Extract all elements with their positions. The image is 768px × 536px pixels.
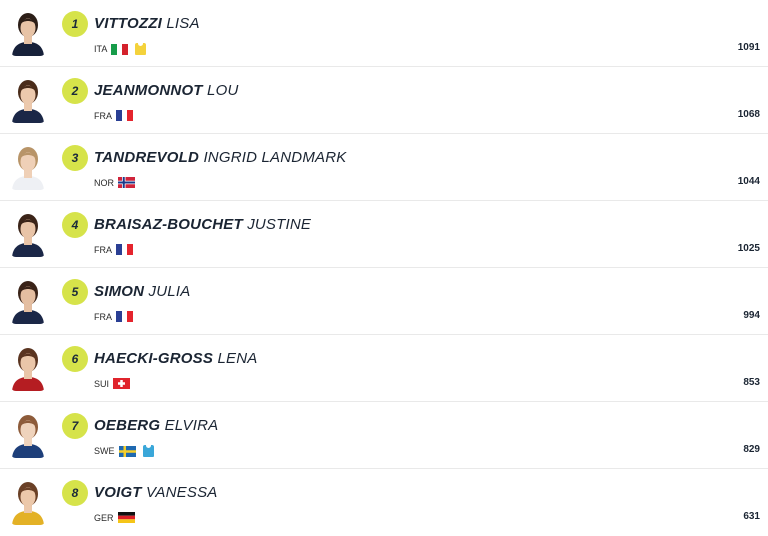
athlete-points: 1044 bbox=[737, 176, 760, 187]
athlete-name[interactable]: HAECKI-GROSS LENA bbox=[94, 350, 257, 367]
nation-code: SUI bbox=[94, 378, 110, 389]
athlete-row[interactable]: 7 OEBERG ELVIRA SWE 829 bbox=[0, 402, 768, 469]
athlete-first-name: LISA bbox=[166, 15, 200, 32]
athlete-nation: FRA bbox=[94, 110, 133, 121]
nation-code: FRA bbox=[94, 244, 112, 255]
athlete-first-name: LENA bbox=[217, 350, 258, 367]
rank-badge: 6 bbox=[62, 346, 88, 372]
athlete-row[interactable]: 8 VOIGT VANESSA GER 631 bbox=[0, 469, 768, 536]
athlete-nation: ITA bbox=[94, 43, 147, 55]
athlete-name[interactable]: SIMON JULIA bbox=[94, 283, 190, 300]
athlete-points: 829 bbox=[743, 444, 760, 455]
athlete-photo bbox=[10, 412, 46, 458]
fra-flag-icon bbox=[116, 311, 133, 322]
rank-badge: 5 bbox=[62, 279, 88, 305]
rank-badge: 1 bbox=[62, 11, 88, 37]
athlete-points: 1068 bbox=[737, 109, 760, 120]
athlete-last-name: VOIGT bbox=[94, 484, 142, 501]
athlete-last-name: TANDREVOLD bbox=[94, 149, 200, 166]
sui-flag-icon bbox=[113, 378, 131, 389]
rank-badge: 7 bbox=[62, 413, 88, 439]
nation-code: SWE bbox=[94, 446, 115, 456]
athlete-points: 631 bbox=[743, 511, 760, 522]
athlete-first-name: ELVIRA bbox=[164, 417, 219, 434]
athlete-first-name: JULIA bbox=[148, 283, 191, 300]
nation-code: NOR bbox=[94, 177, 114, 188]
rank-badge: 2 bbox=[62, 78, 88, 104]
athlete-nation: NOR bbox=[94, 177, 135, 188]
athlete-name[interactable]: OEBERG ELVIRA bbox=[94, 417, 218, 434]
athlete-row[interactable]: 3 TANDREVOLD INGRID LANDMARK NOR 1044 bbox=[0, 134, 768, 201]
athlete-last-name: JEANMONNOT bbox=[94, 82, 203, 99]
athlete-last-name: HAECKI-GROSS bbox=[94, 350, 214, 367]
athlete-row[interactable]: 5 SIMON JULIA FRA 994 bbox=[0, 268, 768, 335]
athlete-photo bbox=[10, 345, 46, 391]
athlete-name[interactable]: BRAISAZ-BOUCHET JUSTINE bbox=[94, 216, 311, 233]
nor-flag-icon bbox=[118, 177, 135, 188]
athlete-first-name: LOU bbox=[207, 82, 239, 99]
athlete-first-name: VANESSA bbox=[146, 484, 218, 501]
fra-flag-icon bbox=[116, 110, 133, 121]
athlete-nation: SUI bbox=[94, 378, 131, 389]
athlete-last-name: SIMON bbox=[94, 283, 145, 300]
nation-code: GER bbox=[94, 512, 114, 523]
athlete-nation: FRA bbox=[94, 311, 133, 322]
yellow-bib-icon bbox=[135, 43, 147, 55]
rank-badge: 4 bbox=[62, 212, 88, 238]
athlete-photo bbox=[10, 10, 46, 56]
athlete-points: 853 bbox=[743, 377, 760, 388]
rank-badge: 8 bbox=[62, 480, 88, 506]
athlete-nation: FRA bbox=[94, 244, 133, 255]
athlete-row[interactable]: 2 JEANMONNOT LOU FRA 1068 bbox=[0, 67, 768, 134]
athlete-last-name: BRAISAZ-BOUCHET bbox=[94, 216, 243, 233]
rank-badge: 3 bbox=[62, 145, 88, 171]
athlete-nation: SWE bbox=[94, 445, 154, 457]
athlete-photo bbox=[10, 77, 46, 123]
athlete-name[interactable]: VITTOZZI LISA bbox=[94, 15, 200, 32]
athlete-photo bbox=[10, 278, 46, 324]
athlete-name[interactable]: VOIGT VANESSA bbox=[94, 484, 217, 501]
athlete-first-name: INGRID LANDMARK bbox=[203, 149, 347, 166]
athlete-points: 1091 bbox=[737, 42, 760, 53]
athlete-points: 1025 bbox=[737, 243, 760, 254]
athlete-nation: GER bbox=[94, 512, 135, 523]
ita-flag-icon bbox=[111, 43, 129, 55]
swe-flag-icon bbox=[118, 445, 136, 457]
athlete-last-name: VITTOZZI bbox=[94, 15, 162, 32]
athlete-photo bbox=[10, 211, 46, 257]
blue-bib-icon bbox=[142, 445, 154, 457]
athlete-ranking-list: 1 VITTOZZI LISA ITA 1091 2 JEANMONNOT LOU FRA 1… bbox=[0, 0, 768, 536]
fra-flag-icon bbox=[116, 244, 133, 255]
athlete-name[interactable]: JEANMONNOT LOU bbox=[94, 82, 239, 99]
athlete-row[interactable]: 4 BRAISAZ-BOUCHET JUSTINE FRA 1025 bbox=[0, 201, 768, 268]
athlete-first-name: JUSTINE bbox=[247, 216, 312, 233]
athlete-row[interactable]: 6 HAECKI-GROSS LENA SUI 853 bbox=[0, 335, 768, 402]
athlete-last-name: OEBERG bbox=[94, 417, 161, 434]
athlete-photo bbox=[10, 479, 46, 525]
nation-code: FRA bbox=[94, 110, 112, 121]
athlete-name[interactable]: TANDREVOLD INGRID LANDMARK bbox=[94, 149, 346, 166]
athlete-row[interactable]: 1 VITTOZZI LISA ITA 1091 bbox=[0, 0, 768, 67]
athlete-points: 994 bbox=[743, 310, 760, 321]
ger-flag-icon bbox=[117, 512, 135, 523]
nation-code: ITA bbox=[94, 44, 108, 54]
nation-code: FRA bbox=[94, 311, 112, 322]
athlete-photo bbox=[10, 144, 46, 190]
